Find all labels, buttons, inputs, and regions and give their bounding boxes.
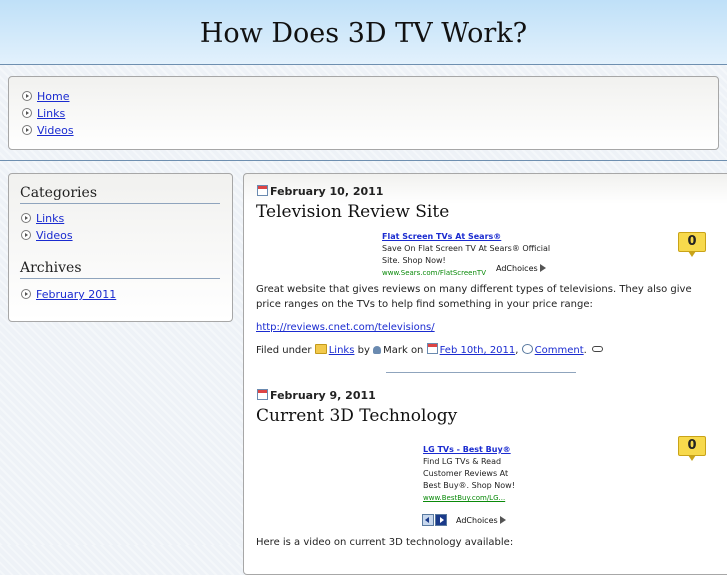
- post-body: Great website that gives reviews on many…: [256, 284, 692, 310]
- ad-title-link[interactable]: Flat Screen TVs At Sears®: [382, 231, 552, 243]
- ad-text-line: Find LG TVs & Read: [423, 457, 502, 466]
- adchoices-label: AdChoices: [496, 264, 538, 273]
- categories-list: Links Videos: [21, 210, 73, 244]
- nav-link-videos[interactable]: Videos: [37, 124, 74, 137]
- comment-count-badge[interactable]: 0: [678, 232, 706, 257]
- ad-block[interactable]: LG TVs - Best Buy® Find LG TVs & Read Cu…: [423, 444, 543, 504]
- nav-item-videos: Videos: [22, 122, 74, 139]
- main-content: February 10, 2011 Television Review Site…: [243, 173, 727, 575]
- bullet-icon: [21, 230, 31, 240]
- date-link[interactable]: Feb 10th, 2011: [440, 345, 516, 356]
- ad-text-line: Customer Reviews At: [423, 469, 509, 478]
- category-link-videos[interactable]: Videos: [36, 229, 73, 242]
- comment-count-badge[interactable]: 0: [678, 436, 706, 461]
- user-icon: [373, 346, 382, 354]
- post-body: Here is a video on current 3D technology…: [256, 537, 514, 548]
- categories-heading: Categories: [20, 185, 220, 204]
- post-title[interactable]: Current 3D Technology: [256, 406, 457, 426]
- sidebar: Categories Links Videos Archives Februar…: [8, 173, 233, 322]
- reviews-link[interactable]: http://reviews.cnet.com/televisions/: [256, 322, 435, 333]
- site-header: How Does 3D TV Work?: [0, 0, 727, 65]
- archive-item: February 2011: [21, 286, 116, 303]
- calendar-icon: [426, 343, 438, 354]
- navigation-box: Home Links Videos: [8, 76, 719, 150]
- comment-icon: [521, 344, 533, 354]
- post-date-text: February 9, 2011: [270, 389, 376, 402]
- nav-link-links[interactable]: Links: [37, 107, 65, 120]
- post-date: February 10, 2011: [257, 185, 383, 198]
- header-divider: [0, 160, 727, 161]
- category-item-links: Links: [21, 210, 73, 227]
- post-meta: Filed under Links by Mark on Feb 10th, 2…: [256, 343, 604, 356]
- nav-list: Home Links Videos: [22, 88, 74, 139]
- ad-url-link[interactable]: www.BestBuy.com/LG...: [423, 492, 543, 504]
- adchoices-link[interactable]: AdChoices: [456, 516, 506, 525]
- bullet-icon: [22, 91, 32, 101]
- archive-link-feb-2011[interactable]: February 2011: [36, 288, 116, 301]
- ad-prev-arrow-icon[interactable]: [422, 514, 434, 526]
- bullet-icon: [21, 213, 31, 223]
- folder-icon: [314, 344, 327, 354]
- category-link[interactable]: Links: [329, 345, 355, 356]
- adchoices-label: AdChoices: [456, 516, 498, 525]
- comment-link[interactable]: Comment: [535, 345, 584, 356]
- site-title[interactable]: How Does 3D TV Work?: [0, 18, 727, 49]
- ad-text-line: Best Buy®. Shop Now!: [423, 481, 515, 490]
- dot-text: .: [583, 345, 587, 356]
- category-link-links[interactable]: Links: [36, 212, 64, 225]
- post-date-text: February 10, 2011: [270, 185, 384, 198]
- on-text: on: [410, 345, 424, 356]
- adchoices-icon: [539, 264, 546, 272]
- post-date: February 9, 2011: [257, 389, 376, 402]
- ad-next-arrow-icon[interactable]: [435, 514, 447, 526]
- comma-text: ,: [515, 345, 519, 356]
- calendar-icon: [257, 389, 268, 400]
- bullet-icon: [22, 125, 32, 135]
- filed-under-text: Filed under: [256, 345, 312, 356]
- nav-link-home[interactable]: Home: [37, 90, 69, 103]
- archives-list: February 2011: [21, 286, 116, 303]
- category-item-videos: Videos: [21, 227, 73, 244]
- by-text: by: [357, 345, 370, 356]
- author-name: Mark: [383, 345, 408, 356]
- nav-item-home: Home: [22, 88, 74, 105]
- adchoices-icon: [499, 516, 506, 524]
- archives-heading: Archives: [20, 260, 220, 279]
- post-title[interactable]: Television Review Site: [256, 202, 449, 222]
- bullet-icon: [21, 289, 31, 299]
- ad-pager: [422, 514, 448, 526]
- bullet-icon: [22, 108, 32, 118]
- calendar-icon: [257, 185, 268, 196]
- adchoices-link[interactable]: AdChoices: [496, 264, 546, 273]
- ad-text-line: Save On Flat Screen TV At Sears® Officia…: [382, 244, 551, 253]
- ad-title-link[interactable]: LG TVs - Best Buy®: [423, 444, 543, 456]
- post-link-paragraph: http://reviews.cnet.com/televisions/: [256, 320, 701, 335]
- permalink-icon[interactable]: [592, 346, 604, 352]
- nav-item-links: Links: [22, 105, 74, 122]
- post-separator: [386, 372, 576, 373]
